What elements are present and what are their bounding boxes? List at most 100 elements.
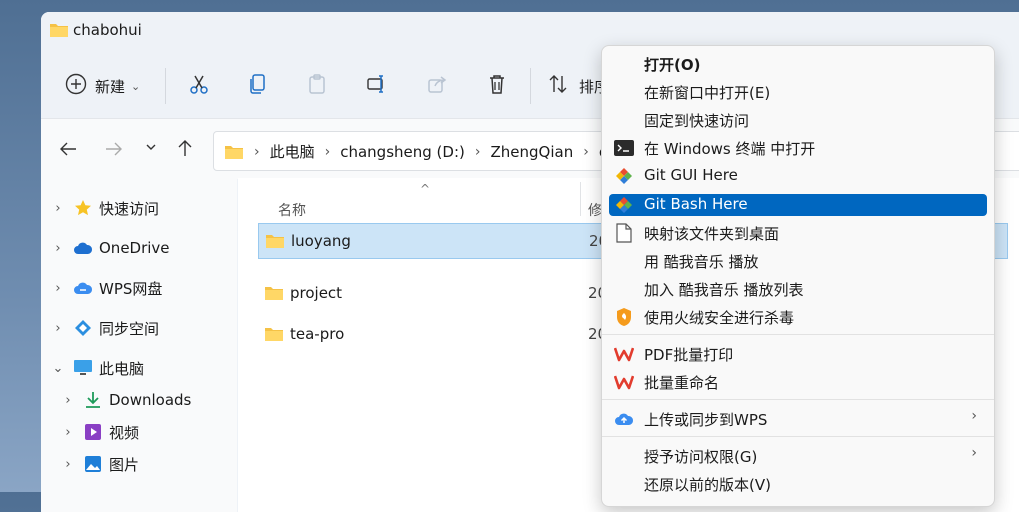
- column-header-name[interactable]: 名称: [278, 200, 306, 220]
- toolbar-divider: [165, 68, 166, 104]
- new-button-label: 新建: [95, 77, 126, 96]
- menu-item-label: 固定到快速访问: [644, 112, 750, 130]
- chevron-down-icon: ⌄: [131, 79, 141, 93]
- share-icon: [426, 73, 448, 99]
- arrow-right-icon: [105, 142, 123, 161]
- folder-icon: [264, 285, 284, 301]
- chevron-right-icon: ›: [474, 143, 481, 160]
- arrow-up-icon: [177, 140, 193, 161]
- menu-item-git-gui[interactable]: Git GUI Here: [609, 165, 987, 187]
- delete-button[interactable]: [481, 70, 513, 102]
- copy-icon: [246, 73, 268, 99]
- share-button[interactable]: [421, 70, 453, 102]
- menu-item-map-to-desktop[interactable]: 映射该文件夹到桌面: [609, 222, 987, 244]
- cloud-upload-icon: [614, 409, 634, 429]
- sidebar-item-label: 同步空间: [99, 319, 160, 338]
- menu-item-label: 上传或同步到WPS: [644, 411, 768, 429]
- menu-item-open-new-window[interactable]: 在新窗口中打开(E): [609, 81, 987, 103]
- sidebar-item-onedrive[interactable]: › OneDrive: [51, 234, 169, 262]
- chevron-right-icon: ›: [65, 424, 71, 440]
- trash-icon: [486, 73, 508, 99]
- menu-item-kuwo-play[interactable]: 用 酷我音乐 播放: [609, 250, 987, 272]
- clipboard-icon: [306, 73, 328, 99]
- sidebar-item-pictures[interactable]: › 图片: [61, 450, 139, 478]
- wps-cloud-icon: [73, 278, 93, 298]
- back-button[interactable]: [59, 141, 77, 161]
- menu-item-grant-access[interactable]: 授予访问权限(G) ›: [609, 445, 987, 467]
- sidebar-item-sync-space[interactable]: › 同步空间: [51, 314, 159, 342]
- menu-item-label: 授予访问权限(G): [644, 448, 758, 466]
- chevron-right-icon: ›: [65, 456, 71, 472]
- menu-item-open[interactable]: 打开(O): [609, 53, 987, 75]
- chevron-right-icon: ›: [971, 445, 977, 461]
- menu-item-label: 打开(O): [644, 56, 701, 74]
- cut-button[interactable]: [183, 70, 215, 102]
- new-button[interactable]: 新建 ⌄: [65, 70, 140, 102]
- chevron-right-icon: ›: [254, 143, 260, 160]
- menu-item-upload-wps[interactable]: 上传或同步到WPS ›: [609, 408, 987, 430]
- recent-locations-button[interactable]: [145, 139, 157, 157]
- menu-item-pin-quick-access[interactable]: 固定到快速访问: [609, 109, 987, 131]
- breadcrumb-item[interactable]: ZhengQian: [490, 143, 573, 161]
- download-icon: [83, 390, 103, 410]
- sidebar-item-quick-access[interactable]: › 快速访问: [51, 194, 159, 222]
- sync-icon: [73, 318, 93, 338]
- forward-button[interactable]: [105, 141, 123, 161]
- computer-icon: [73, 358, 93, 378]
- copy-button[interactable]: [241, 70, 273, 102]
- menu-item-label: 在新窗口中打开(E): [644, 84, 771, 102]
- cloud-icon: [73, 238, 93, 258]
- rename-button[interactable]: [361, 70, 393, 102]
- breadcrumb-item[interactable]: 此电脑: [270, 141, 315, 162]
- plus-circle-icon: [65, 73, 87, 99]
- folder-icon: [265, 233, 285, 249]
- menu-item-label: 批量重命名: [644, 374, 720, 392]
- sidebar-item-videos[interactable]: › 视频: [61, 418, 139, 446]
- rename-icon: [366, 73, 388, 99]
- menu-item-huorong-scan[interactable]: 使用火绒安全进行杀毒: [609, 306, 987, 328]
- chevron-right-icon: ›: [324, 143, 331, 160]
- sidebar-item-label: 快速访问: [99, 199, 160, 218]
- breadcrumb: › 此电脑 › changsheng (D:) › ZhengQian › c: [224, 141, 607, 162]
- scissors-icon: [188, 73, 210, 99]
- window-title: chabohui: [73, 21, 142, 39]
- menu-item-git-bash[interactable]: Git Bash Here: [609, 194, 987, 216]
- chevron-right-icon: ›: [55, 200, 61, 216]
- menu-item-kuwo-add-playlist[interactable]: 加入 酷我音乐 播放列表: [609, 278, 987, 300]
- arrow-left-icon: [59, 142, 77, 161]
- menu-item-label: 映射该文件夹到桌面: [644, 225, 780, 243]
- menu-item-batch-rename[interactable]: 批量重命名: [609, 371, 987, 393]
- sidebar-item-label: WPS网盘: [99, 279, 163, 298]
- menu-item-label: PDF批量打印: [644, 346, 734, 364]
- menu-divider: [602, 334, 994, 335]
- sort-button[interactable]: 排序: [547, 70, 609, 102]
- menu-divider: [602, 436, 994, 437]
- breadcrumb-item[interactable]: changsheng (D:): [340, 143, 465, 161]
- sidebar-item-label: 视频: [109, 423, 140, 442]
- sidebar-item-label: 图片: [109, 455, 140, 474]
- terminal-icon: [614, 138, 634, 158]
- folder-icon: [49, 22, 69, 42]
- menu-item-label: 使用火绒安全进行杀毒: [644, 309, 795, 327]
- sidebar-item-wps-cloud[interactable]: › WPS网盘: [51, 274, 162, 302]
- menu-item-label: 加入 酷我音乐 播放列表: [644, 281, 804, 299]
- picture-icon: [83, 454, 103, 474]
- up-button[interactable]: [177, 139, 193, 161]
- menu-item-pdf-batch-print[interactable]: PDF批量打印: [609, 343, 987, 365]
- sidebar-item-downloads[interactable]: › Downloads: [61, 386, 191, 414]
- menu-item-open-in-terminal[interactable]: 在 Windows 终端 中打开: [609, 137, 987, 159]
- sidebar-item-label: Downloads: [109, 391, 192, 409]
- navigation-pane: › 快速访问 › OneDrive › WPS网盘 › 同步空间 ⌄ 此电脑 ›…: [41, 178, 237, 512]
- column-header-modified[interactable]: 修: [588, 200, 602, 220]
- folder-icon: [224, 144, 244, 160]
- sort-ascending-icon: ^: [420, 182, 431, 196]
- git-icon: [614, 195, 634, 215]
- file-name: luoyang: [291, 232, 351, 250]
- column-divider[interactable]: [580, 182, 581, 216]
- folder-icon: [264, 326, 284, 342]
- chevron-right-icon: ›: [55, 240, 61, 256]
- chevron-right-icon: ›: [583, 143, 589, 160]
- paste-button[interactable]: [301, 70, 333, 102]
- sidebar-item-this-pc[interactable]: ⌄ 此电脑: [51, 354, 144, 382]
- chevron-right-icon: ›: [55, 280, 61, 296]
